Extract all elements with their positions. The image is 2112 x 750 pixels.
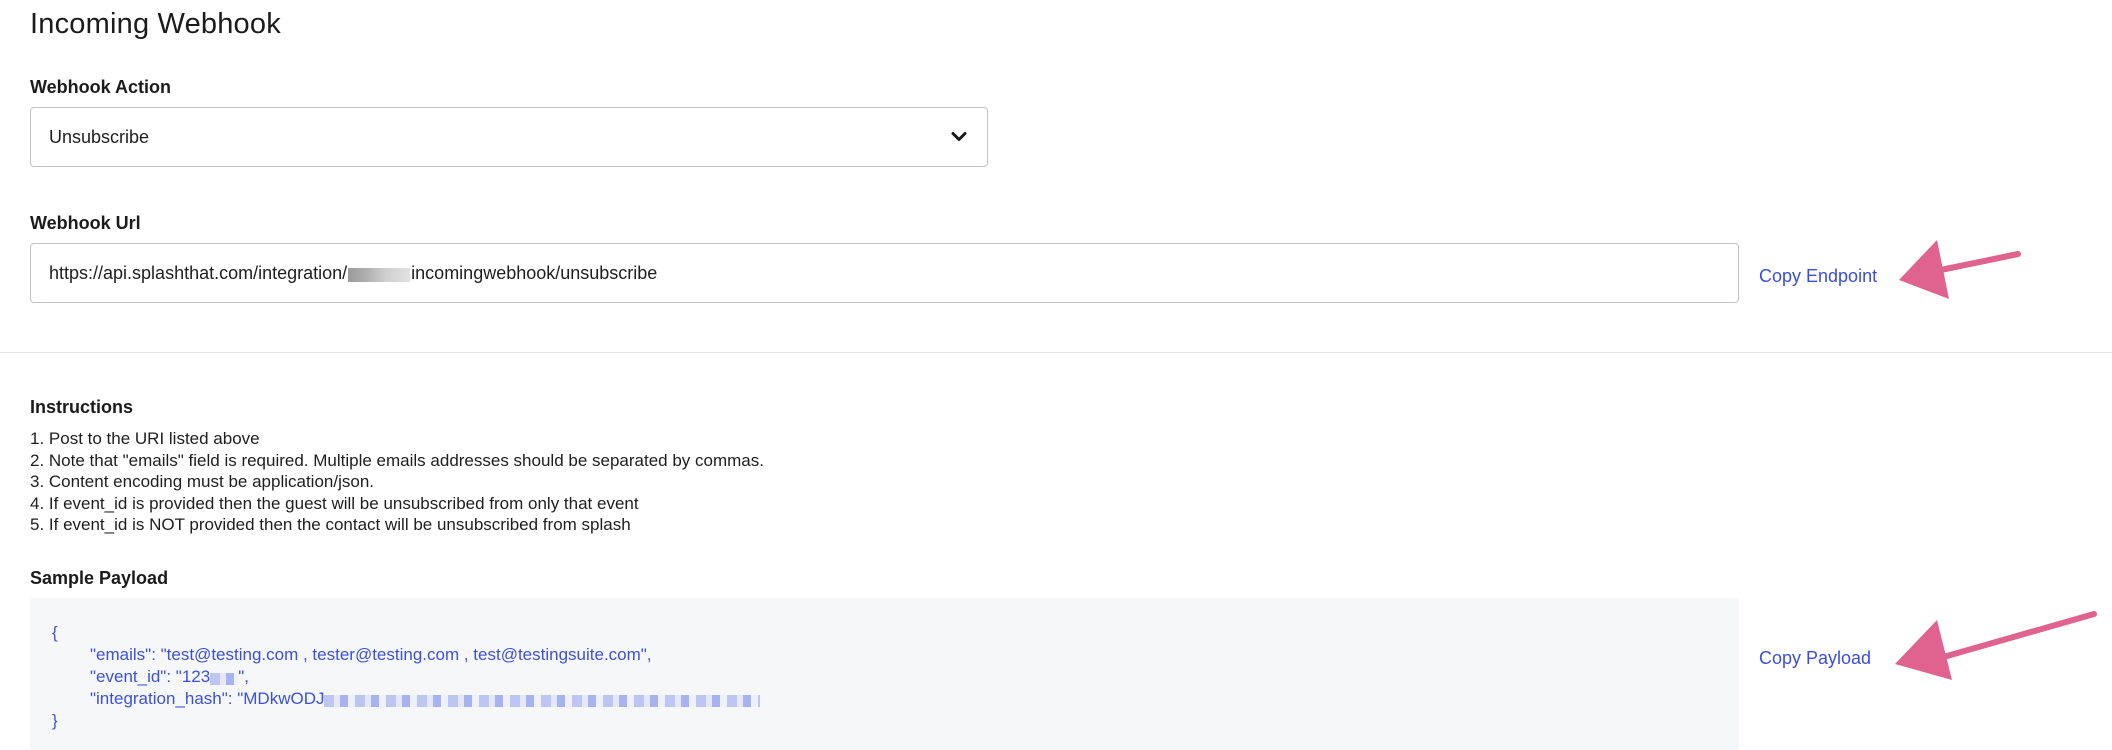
incoming-webhook-page: Incoming Webhook Webhook Action Unsubscr… bbox=[0, 0, 2112, 750]
webhook-action-label: Webhook Action bbox=[30, 77, 171, 97]
section-divider bbox=[0, 352, 2112, 353]
instruction-item: 4. If event_id is provided then the gues… bbox=[30, 493, 639, 513]
event-id-prefix: "event_id": "123 bbox=[90, 667, 211, 686]
instruction-item: 1. Post to the URI listed above bbox=[30, 429, 260, 448]
instructions-list: 1. Post to the URI listed above 2. Note … bbox=[30, 428, 764, 536]
pointer-arrow-icon bbox=[1899, 240, 2021, 299]
instruction-item: 3. Content encoding must be application/… bbox=[30, 472, 375, 491]
code-line-emails: "emails": "test@testing.com , tester@tes… bbox=[90, 645, 652, 664]
redacted-integration-id bbox=[348, 268, 411, 282]
instruction-item: 5. If event_id is NOT provided then the … bbox=[30, 515, 631, 534]
instructions-heading: Instructions bbox=[30, 397, 134, 417]
copy-endpoint-link[interactable]: Copy Endpoint bbox=[1759, 266, 1877, 287]
sample-payload-heading: Sample Payload bbox=[30, 568, 169, 588]
webhook-url-prefix: https://api.splashthat.com/integration/ bbox=[49, 262, 348, 283]
redacted-event-id bbox=[210, 672, 239, 685]
pointer-arrow-icon bbox=[1895, 611, 2097, 680]
page-title: Incoming Webhook bbox=[30, 8, 281, 40]
event-id-suffix: ", bbox=[238, 667, 249, 686]
copy-payload-link[interactable]: Copy Payload bbox=[1759, 648, 1871, 669]
sample-payload-code: { "emails": "test@testing.com , tester@t… bbox=[52, 622, 761, 732]
webhook-url-field[interactable]: https://api.splashthat.com/integration/i… bbox=[30, 243, 1739, 303]
instruction-item: 2. Note that "emails" field is required.… bbox=[30, 450, 764, 470]
redacted-integration-hash bbox=[324, 694, 761, 707]
webhook-url-label: Webhook Url bbox=[30, 213, 141, 233]
webhook-action-selected-value: Unsubscribe bbox=[49, 126, 150, 147]
code-line-event-id: "event_id": "123 ", bbox=[52, 666, 760, 688]
integration-hash-prefix: "integration_hash": "MDkwODJ bbox=[90, 689, 325, 708]
code-open-brace: { bbox=[52, 623, 58, 642]
code-close-brace: } bbox=[52, 711, 58, 730]
chevron-down-icon bbox=[951, 132, 967, 141]
webhook-url-suffix: incomingwebhook/unsubscribe bbox=[411, 262, 658, 283]
code-line-integration-hash: "integration_hash": "MDkwODJ bbox=[52, 688, 761, 710]
webhook-action-select[interactable]: Unsubscribe bbox=[30, 107, 988, 167]
